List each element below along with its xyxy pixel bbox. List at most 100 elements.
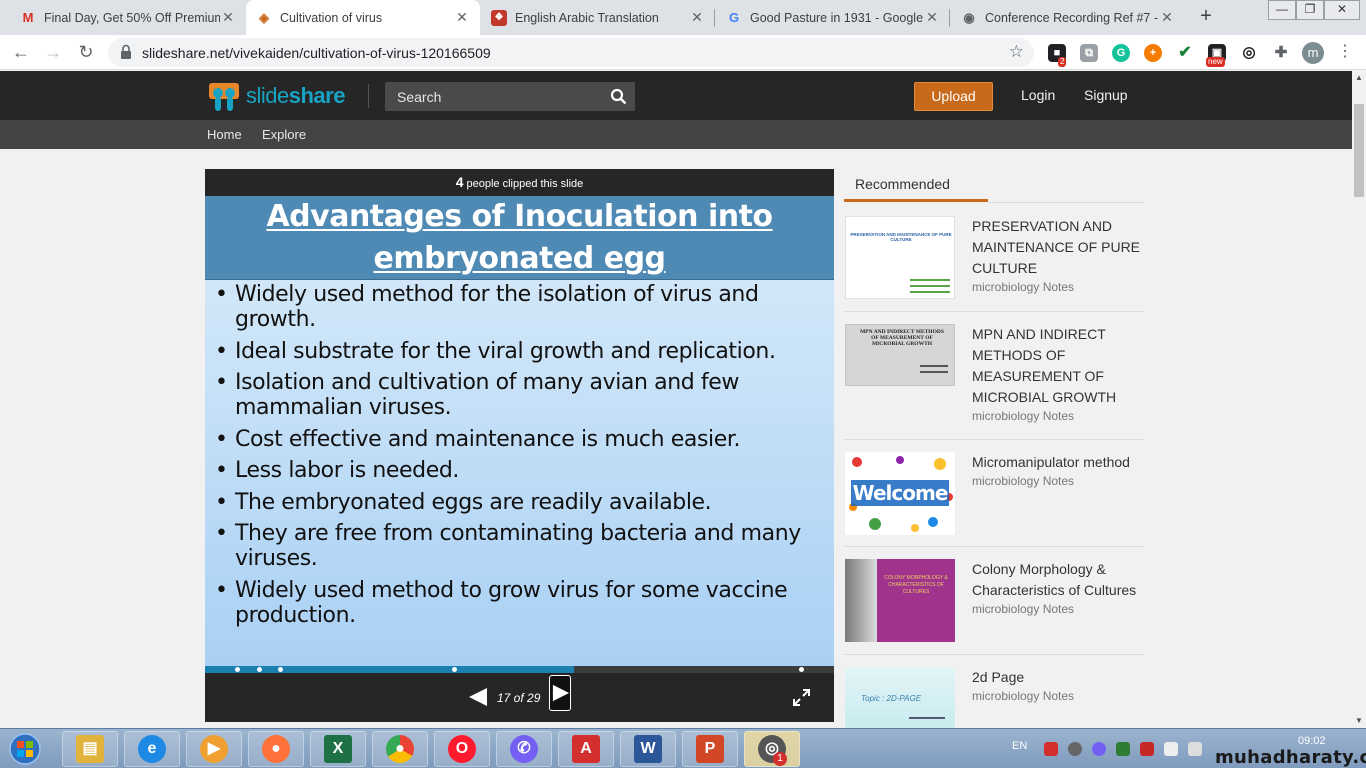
progress-marker[interactable] <box>235 667 240 672</box>
tab-cultivation-of-virus[interactable]: ◈ Cultivation of virus ✕ <box>246 0 480 35</box>
language-indicator[interactable]: EN <box>1012 740 1027 752</box>
network-tray-icon[interactable] <box>1116 742 1130 756</box>
previous-slide-icon[interactable] <box>468 687 488 707</box>
target-extension-icon[interactable]: ◎ <box>1240 44 1258 62</box>
fullscreen-icon[interactable] <box>793 689 810 706</box>
slideshare-wordmark[interactable]: slideshare <box>246 83 345 109</box>
windows-start-icon[interactable] <box>5 731 45 767</box>
slideshare-logo-icon[interactable] <box>207 79 241 113</box>
scroll-up-arrow-icon[interactable]: ▲ <box>1352 71 1366 85</box>
tab-gmail[interactable]: M Final Day, Get 50% Off Premium ✕ <box>10 0 246 35</box>
recommended-source[interactable]: microbiology Notes <box>972 474 1074 488</box>
teamviewer-tray-icon[interactable] <box>1068 742 1082 756</box>
close-icon[interactable]: ✕ <box>220 9 236 26</box>
copy-extension-icon[interactable]: ⧉ <box>1080 44 1098 62</box>
tab-good-pasture[interactable]: G Good Pasture in 1931 - Google S ✕ <box>716 0 950 35</box>
taskbar-teamviewer[interactable]: ◎ 1 <box>744 731 800 767</box>
upload-button[interactable]: Upload <box>914 82 993 111</box>
usb-tray-icon[interactable] <box>1164 742 1178 756</box>
close-icon[interactable]: ✕ <box>689 9 705 26</box>
recommended-thumbnail[interactable]: MPN AND INDIRECT METHODS OF MEASUREMENT … <box>845 324 955 386</box>
recommended-thumbnail[interactable]: COLONY MORPHOLOGY & CHARACTERISTICS OF C… <box>845 559 955 642</box>
close-icon[interactable]: ✕ <box>454 9 470 26</box>
tab-conference-recording[interactable]: ◉ Conference Recording Ref #7 - ✕ <box>951 0 1185 35</box>
search-icon[interactable] <box>610 88 627 105</box>
tab-english-arabic[interactable]: ❖ English Arabic Translation ✕ <box>481 0 715 35</box>
taskbar-chrome[interactable]: ● <box>372 731 428 767</box>
grammarly-icon[interactable]: G <box>1112 44 1130 62</box>
taskbar-viber[interactable]: ✆ <box>496 731 552 767</box>
profile-avatar[interactable]: m <box>1302 42 1324 64</box>
close-window-button[interactable]: ✕ <box>1324 0 1360 20</box>
scroll-down-arrow-icon[interactable]: ▼ <box>1352 714 1366 728</box>
progress-marker[interactable] <box>257 667 262 672</box>
page-scrollbar[interactable]: ▲ ▼ <box>1352 71 1366 728</box>
tab-recommended[interactable]: Recommended <box>844 170 988 202</box>
viber-tray-icon[interactable] <box>1092 742 1106 756</box>
back-arrow-icon[interactable]: ← <box>9 40 33 64</box>
system-clock[interactable]: 09:02 <box>1298 735 1326 747</box>
recommended-item[interactable]: COLONY MORPHOLOGY & CHARACTERISTICS OF C… <box>844 559 1144 655</box>
check-extension-icon[interactable]: ✔ <box>1176 44 1194 62</box>
taskbar-powerpoint[interactable]: P <box>682 731 738 767</box>
progress-marker[interactable] <box>278 667 283 672</box>
excel-icon: X <box>324 735 352 763</box>
forward-arrow-icon[interactable]: → <box>41 40 65 64</box>
recommended-source[interactable]: microbiology Notes <box>972 602 1074 616</box>
nav-home[interactable]: Home <box>207 127 242 142</box>
minimize-button[interactable]: — <box>1268 0 1296 20</box>
thumbnail-decoration <box>909 717 945 719</box>
taskbar-acrobat[interactable]: A <box>558 731 614 767</box>
progress-marker[interactable] <box>799 667 804 672</box>
recommended-title[interactable]: MPN AND INDIRECT METHODS OF MEASUREMENT … <box>972 324 1144 408</box>
action-center-tray-icon[interactable] <box>1188 742 1202 756</box>
site-search-box[interactable]: Search <box>385 82 635 111</box>
nav-explore[interactable]: Explore <box>262 127 306 142</box>
recommended-thumbnail[interactable]: PRESERVATION AND MAINTENANCE OF PURE CUL… <box>845 216 955 299</box>
recommended-source[interactable]: microbiology Notes <box>972 409 1074 423</box>
taskbar-firefox[interactable]: ● <box>248 731 304 767</box>
plus-extension-icon[interactable]: + <box>1144 44 1162 62</box>
taskbar-opera[interactable]: O <box>434 731 490 767</box>
thumbnail-decoration <box>910 291 950 293</box>
slide-content[interactable]: Advantages of Inoculation into embryonat… <box>205 196 834 666</box>
recommended-thumbnail[interactable]: Welcome <box>845 452 955 535</box>
scrollbar-thumb[interactable] <box>1354 104 1364 197</box>
antivirus-tray-icon[interactable] <box>1140 742 1154 756</box>
header-divider <box>368 84 369 108</box>
reload-icon[interactable]: ↻ <box>74 40 98 64</box>
taskbar-media-player[interactable]: ▶ <box>186 731 242 767</box>
recommended-item[interactable]: PRESERVATION AND MAINTENANCE OF PURE CUL… <box>844 216 1144 312</box>
recommended-item[interactable]: Topic : 2D-PAGE 2d Page microbiology Not… <box>844 667 1144 728</box>
taskbar-internet-explorer[interactable]: e <box>124 731 180 767</box>
next-slide-button[interactable] <box>549 675 571 711</box>
recommended-source[interactable]: microbiology Notes <box>972 280 1074 294</box>
taskbar-excel[interactable]: X <box>310 731 366 767</box>
close-icon[interactable]: ✕ <box>924 9 940 26</box>
taskbar-explorer[interactable]: ▤ <box>62 731 118 767</box>
recommended-title[interactable]: 2d Page <box>972 667 1144 688</box>
bookmark-star-icon[interactable]: ☆ <box>1009 42 1024 62</box>
taskbar-word[interactable]: W <box>620 731 676 767</box>
progress-marker[interactable] <box>452 667 457 672</box>
search-input[interactable]: Search <box>397 89 441 105</box>
slide-progress-bar[interactable] <box>205 666 834 673</box>
signup-link[interactable]: Signup <box>1084 87 1128 103</box>
recommended-thumbnail[interactable]: Topic : 2D-PAGE <box>845 667 955 728</box>
recommended-item[interactable]: MPN AND INDIRECT METHODS OF MEASUREMENT … <box>844 324 1144 440</box>
login-link[interactable]: Login <box>1021 87 1055 103</box>
recommended-item[interactable]: Welcome Micromanipulator method microbio… <box>844 452 1144 547</box>
new-tab-button[interactable]: + <box>1194 4 1218 28</box>
recommended-title[interactable]: Colony Morphology & Characteristics of C… <box>972 559 1144 601</box>
recommended-title[interactable]: Micromanipulator method <box>972 452 1144 473</box>
address-bar[interactable]: slideshare.net/vivekaiden/cultivation-of… <box>108 38 1034 67</box>
close-icon[interactable]: ✕ <box>1159 9 1175 26</box>
restore-button[interactable]: ❐ <box>1296 0 1324 20</box>
player-controls: 17 of 29 <box>205 673 834 722</box>
recommended-title[interactable]: PRESERVATION AND MAINTENANCE OF PURE CUL… <box>972 216 1144 279</box>
acrobat-tray-icon[interactable] <box>1044 742 1058 756</box>
slide-bullet: The embryonated eggs are readily availab… <box>215 490 825 515</box>
recommended-source[interactable]: microbiology Notes <box>972 689 1074 703</box>
puzzle-extensions-icon[interactable]: ✚ <box>1272 44 1290 62</box>
browser-menu-icon[interactable]: ⋮ <box>1333 40 1357 64</box>
